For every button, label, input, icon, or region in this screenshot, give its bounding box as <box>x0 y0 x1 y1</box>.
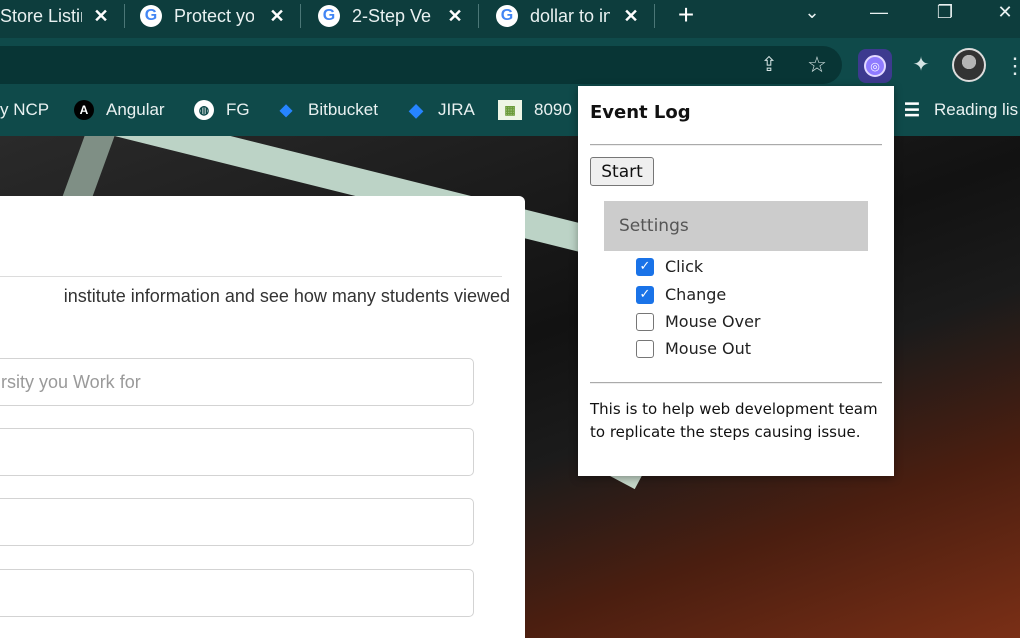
site-favicon-icon: ▦ <box>498 100 522 120</box>
bookmark-label: y NCP <box>0 100 50 119</box>
jira-icon: ◆ <box>409 99 423 120</box>
tab-separator <box>124 4 125 28</box>
bookmark-label: FG <box>226 100 250 119</box>
reading-list[interactable]: ☰ Reading lis <box>902 90 1018 130</box>
form-field-2[interactable] <box>0 428 474 476</box>
angular-icon: A <box>74 100 94 120</box>
tab-close-icon[interactable]: ✕ <box>620 5 642 27</box>
profile-avatar[interactable] <box>952 48 986 82</box>
card-divider <box>0 276 502 277</box>
minimize-icon[interactable]: — <box>864 0 894 26</box>
menu-kebab-icon[interactable]: ⋮ <box>1004 52 1020 80</box>
bookmark-label: JIRA <box>438 100 475 119</box>
address-bar[interactable] <box>0 46 842 84</box>
bookmark-label: Reading lis <box>934 100 1019 119</box>
form-field-4[interactable] <box>0 569 474 617</box>
restore-icon[interactable]: ❐ <box>930 0 960 26</box>
extensions-puzzle-icon[interactable]: ✦ <box>906 50 936 80</box>
tab-protect[interactable]: G Protect yo ✕ <box>140 0 288 32</box>
help-note: This is to help web development team to … <box>590 400 878 441</box>
bookmark-bitbucket[interactable]: ◆ Bitbucket <box>276 90 378 130</box>
university-input[interactable] <box>0 358 474 406</box>
option-mouse-over[interactable]: Mouse Over <box>636 312 760 331</box>
globe-icon: ◍ <box>194 100 214 120</box>
tab-title: 2-Step Ver <box>352 5 432 26</box>
share-icon[interactable]: ⇪ <box>754 50 784 80</box>
tab-separator <box>300 4 301 28</box>
google-icon: G <box>318 5 340 27</box>
option-click[interactable]: ✓ Click <box>636 257 703 276</box>
bookmark-ncp[interactable]: y NCP <box>0 90 49 130</box>
popup-divider <box>590 382 882 384</box>
popup-divider <box>590 144 882 146</box>
event-log-extension-button[interactable]: ◎ <box>858 49 892 83</box>
tab-close-icon[interactable]: ✕ <box>90 5 112 27</box>
tab-dollar[interactable]: G dollar to in ✕ <box>496 0 642 32</box>
bookmark-label: 8090 <box>534 100 572 119</box>
bookmark-fg[interactable]: ◍ FG <box>194 90 250 130</box>
option-change[interactable]: ✓ Change <box>636 285 726 304</box>
reading-list-icon: ☰ <box>903 99 921 120</box>
bookmark-label: Angular <box>106 100 165 119</box>
option-label: Change <box>665 285 727 304</box>
option-label: Mouse Over <box>665 312 761 331</box>
bookmark-8090[interactable]: ▦ 8090 <box>498 90 572 130</box>
option-label: Click <box>665 257 704 276</box>
form-description-text: institute information and see how many s… <box>63 286 510 306</box>
form-card: institute information and see how many s… <box>0 196 525 638</box>
new-tab-button[interactable]: + <box>674 0 698 30</box>
checkbox-change[interactable]: ✓ <box>636 285 654 304</box>
checkbox-click[interactable]: ✓ <box>636 257 654 276</box>
checkbox-mouse-out[interactable] <box>636 339 654 358</box>
tab-title: dollar to in <box>530 5 610 26</box>
tab-2-step[interactable]: G 2-Step Ver ✕ <box>318 0 466 32</box>
option-label: Mouse Out <box>665 339 752 358</box>
tab-close-icon[interactable]: ✕ <box>444 5 466 27</box>
tab-store-listing[interactable]: Store Listin ✕ <box>0 0 112 32</box>
tab-title: Store Listin <box>0 5 82 26</box>
checkbox-mouse-over[interactable] <box>636 312 654 331</box>
tab-search-chevron-icon[interactable]: ⌄ <box>797 0 827 26</box>
start-button[interactable]: Start <box>590 157 654 186</box>
popup-title: Event Log <box>590 102 691 123</box>
bookmark-label: Bitbucket <box>308 100 378 119</box>
tab-separator <box>478 4 479 28</box>
google-icon: G <box>140 5 162 27</box>
bookmark-angular[interactable]: A Angular <box>74 90 165 130</box>
google-icon: G <box>496 5 518 27</box>
bookmark-jira[interactable]: ◆ JIRA <box>406 90 475 130</box>
tab-separator <box>654 4 655 28</box>
tab-strip: Store Listin ✕ G Protect yo ✕ G 2-Step V… <box>0 0 1020 38</box>
tab-close-icon[interactable]: ✕ <box>266 5 288 27</box>
form-field-3[interactable] <box>0 498 474 546</box>
window-close-icon[interactable]: ✕ <box>990 0 1020 26</box>
form-description: institute information and see how many s… <box>0 286 510 307</box>
bitbucket-icon: ◆ <box>279 102 293 119</box>
option-mouse-out[interactable]: Mouse Out <box>636 339 751 358</box>
extension-badge-icon: ◎ <box>864 55 886 77</box>
bookmark-star-icon[interactable]: ☆ <box>802 50 832 80</box>
settings-header[interactable]: Settings <box>604 201 868 251</box>
tab-title: Protect yo <box>174 5 254 26</box>
event-log-popup: Event Log Start Settings ✓ Click ✓ Chang… <box>578 86 894 476</box>
